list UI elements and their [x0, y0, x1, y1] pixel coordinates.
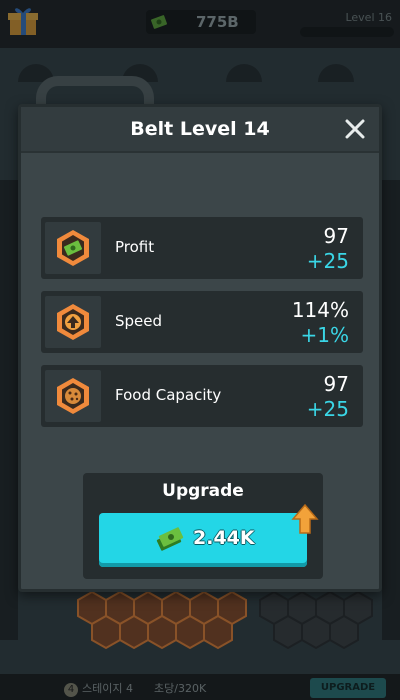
arrow-up-icon	[57, 304, 89, 340]
stat-icon-box	[45, 222, 101, 274]
stat-row-speed: Speed 114% +1%	[41, 291, 363, 353]
modal-header: Belt Level 14	[21, 107, 379, 153]
stat-bonus: +25	[306, 249, 349, 273]
stat-row-profit: Profit 97 +25	[41, 217, 363, 279]
close-icon[interactable]	[341, 115, 369, 143]
stat-label: Food Capacity	[115, 386, 222, 404]
stat-row-food-capacity: Food Capacity 97 +25	[41, 365, 363, 427]
stat-value: 97	[323, 224, 349, 248]
stat-bonus: +1%	[300, 323, 350, 347]
belt-upgrade-modal: Belt Level 14 Profit 97 +25 Speed 114% +…	[18, 104, 382, 592]
stat-label: Speed	[115, 312, 163, 330]
stat-bonus: +25	[306, 397, 349, 421]
cash-icon	[57, 230, 89, 266]
stat-label: Profit	[115, 238, 155, 256]
upgrade-cost: 2.44K	[193, 527, 255, 549]
upgrade-button[interactable]: 2.44K	[99, 513, 307, 567]
stat-value: 114%	[291, 298, 349, 322]
stat-icon-box	[45, 370, 101, 422]
arrow-up-icon	[291, 503, 319, 534]
cash-stack-icon	[156, 527, 184, 551]
stat-value: 97	[323, 372, 349, 396]
upgrade-title: Upgrade	[162, 481, 244, 501]
modal-title: Belt Level 14	[130, 118, 270, 140]
upgrade-panel: Upgrade 2.44K	[83, 473, 323, 579]
cookie-icon	[57, 378, 89, 414]
stat-icon-box	[45, 296, 101, 348]
